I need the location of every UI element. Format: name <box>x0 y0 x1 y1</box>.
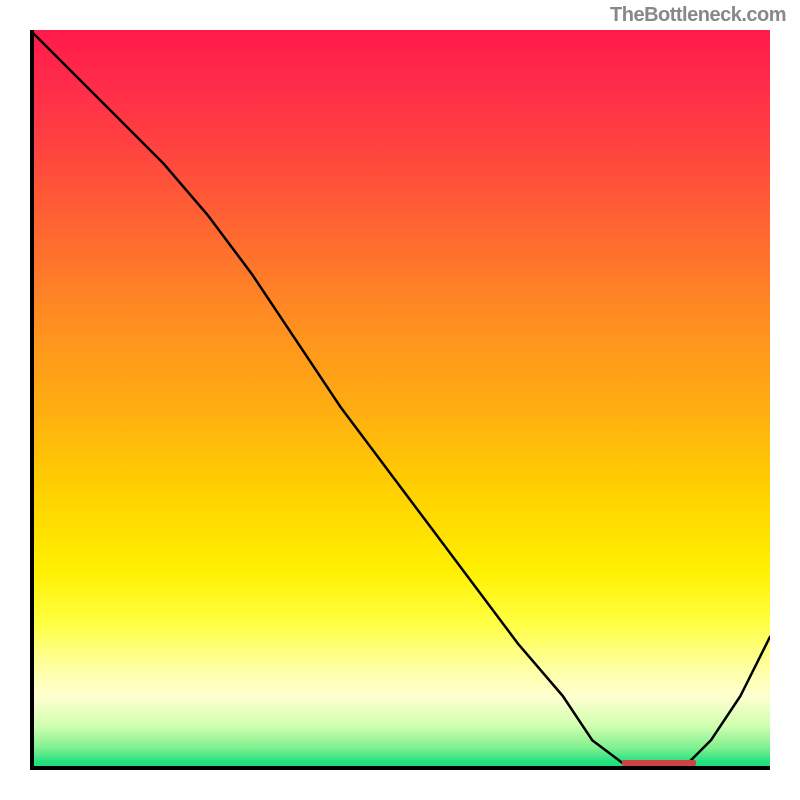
bottleneck-curve-path <box>30 30 770 770</box>
chart-curve-svg <box>30 30 770 770</box>
chart-plot-area <box>30 30 770 770</box>
watermark-text: TheBottleneck.com <box>610 4 786 27</box>
optimum-range-marker <box>622 760 696 766</box>
